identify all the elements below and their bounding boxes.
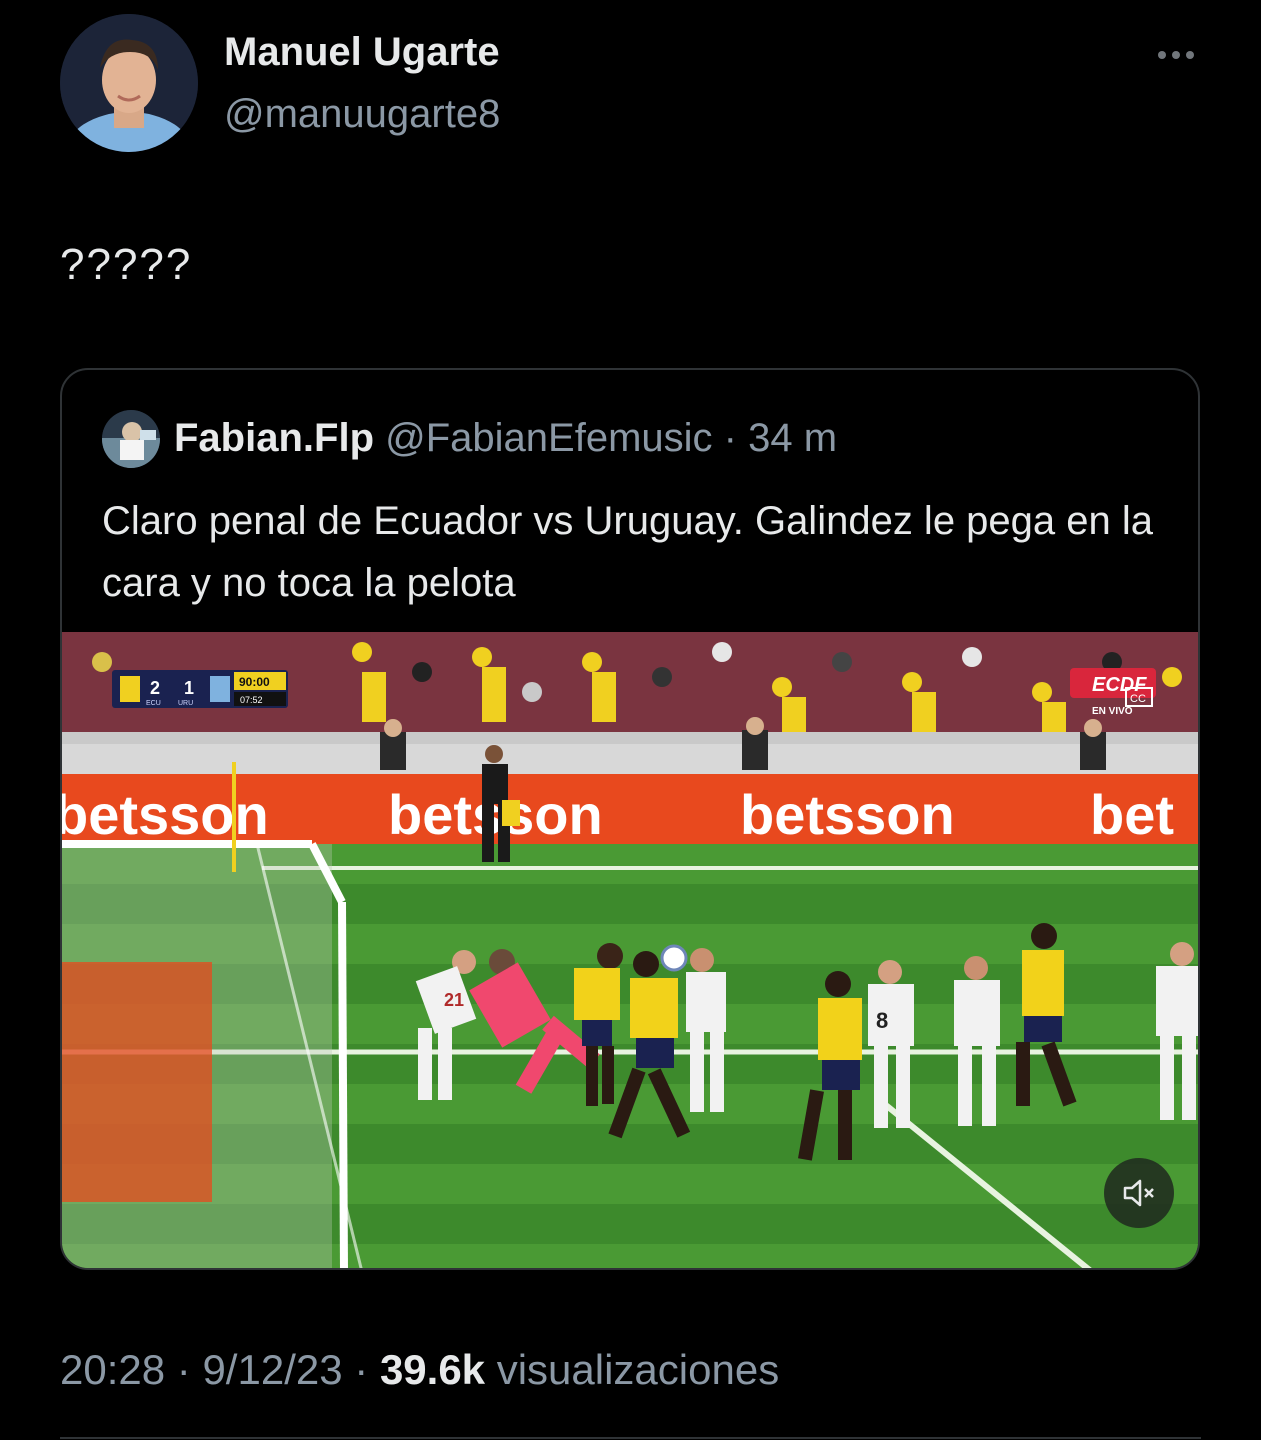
divider: [60, 1437, 1201, 1439]
quote-video[interactable]: 2 1 ECU URU 90:00 07:52 ECDF EN VIVO CC: [62, 632, 1198, 1268]
quote-text: Claro penal de Ecuador vs Uruguay. Galin…: [102, 499, 1154, 605]
meta-separator-1: ·: [176, 1346, 191, 1393]
mute-button[interactable]: [1104, 1158, 1174, 1228]
meta-separator-2: ·: [354, 1346, 369, 1393]
away-team: URU: [178, 700, 193, 707]
quote-separator: ·: [723, 416, 737, 460]
ball: [660, 944, 688, 972]
tweet-date[interactable]: 9/12/23: [202, 1346, 342, 1393]
home-team: ECU: [146, 700, 161, 707]
quote-author-avatar[interactable]: [102, 410, 160, 468]
cc-label: CC: [1130, 693, 1146, 705]
player-number-8: 8: [876, 1008, 888, 1033]
video-frame: 2 1 ECU URU 90:00 07:52 ECDF EN VIVO CC: [62, 632, 1198, 1268]
scoreboard: 2 1 ECU URU 90:00 07:52: [112, 670, 288, 708]
tweet-text: ?????: [60, 240, 193, 289]
player-number-21: 21: [444, 990, 464, 1010]
quote-avatar-image: [102, 410, 160, 468]
views-count[interactable]: 39.6k: [380, 1346, 485, 1393]
quoted-tweet-card[interactable]: Fabian.Flp @FabianEfemusic · 34 m Claro …: [60, 368, 1200, 1270]
quote-author-name[interactable]: Fabian.Flp: [174, 416, 374, 460]
home-flag: [120, 676, 140, 702]
tweet-time[interactable]: 20:28: [60, 1346, 165, 1393]
added-time: 07:52: [240, 695, 263, 705]
more-options-button[interactable]: [1152, 40, 1200, 70]
author-name[interactable]: Manuel Ugarte: [224, 30, 500, 75]
views-label: visualizaciones: [496, 1346, 780, 1393]
quote-author-handle[interactable]: @FabianEfemusic: [385, 416, 712, 460]
avatar-image: [60, 14, 198, 152]
quote-header: Fabian.Flp @FabianEfemusic · 34 m: [174, 416, 837, 461]
ad-text-1: betsson: [62, 783, 269, 846]
volume-mute-icon: [1123, 1179, 1154, 1207]
home-score: 2: [150, 678, 160, 698]
match-clock: 90:00: [239, 675, 270, 689]
tweet-metadata: 20:28 · 9/12/23 · 39.6k visualizaciones: [60, 1346, 779, 1394]
away-score: 1: [184, 678, 194, 698]
away-flag: [210, 676, 230, 702]
author-handle[interactable]: @manuugarte8: [224, 92, 500, 137]
ad-text-4: bet: [1090, 783, 1174, 846]
author-avatar[interactable]: [60, 14, 198, 152]
quote-timestamp[interactable]: 34 m: [748, 416, 837, 460]
more-horizontal-icon: [1158, 51, 1194, 59]
goal-net: [62, 840, 363, 1268]
broadcaster-live: EN VIVO: [1092, 706, 1133, 717]
ad-text-3: betsson: [740, 783, 955, 846]
